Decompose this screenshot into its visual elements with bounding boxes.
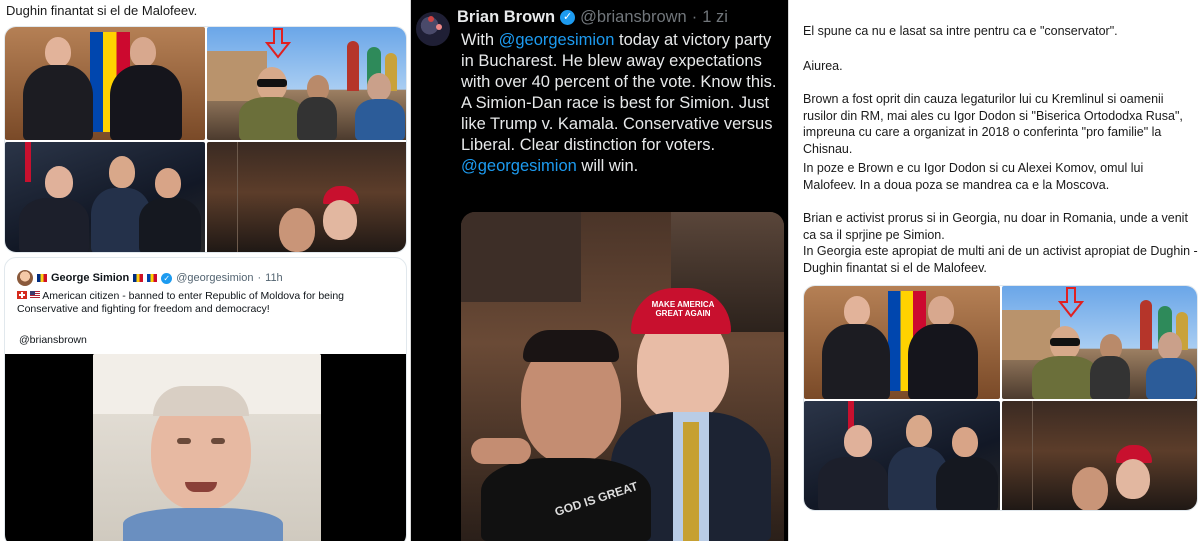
shirt-text: GOD IS GREAT — [552, 478, 640, 520]
brian-tweet-time[interactable]: 1 zi — [702, 8, 728, 27]
brian-name[interactable]: Brian Brown — [457, 8, 555, 27]
photo-grid-card-repeat[interactable] — [803, 285, 1198, 511]
photo-event-komov[interactable] — [804, 401, 1000, 510]
red-arrow-icon — [1058, 287, 1084, 318]
flag-romania-icon — [37, 274, 47, 282]
mention-link[interactable]: @georgesimion — [499, 31, 615, 49]
photo-event-komov[interactable] — [5, 142, 205, 252]
black-tshirt: GOD IS GREAT — [481, 458, 651, 541]
photo-grid-card[interactable] — [4, 26, 407, 253]
flag-romania-icon — [133, 274, 144, 282]
brian-brown-avatar[interactable] — [416, 12, 450, 46]
simion-tweet-header: George Simion ✓ @georgesimion · 11h — [17, 270, 283, 286]
simion-handle[interactable]: @georgesimion — [176, 272, 253, 284]
right-paragraph-3: Brown a fost oprit din cauza legaturilor… — [803, 92, 1183, 156]
verified-icon: ✓ — [560, 10, 576, 25]
right-screenshot-panel: El spune ca nu e lasat sa intre pentru c… — [789, 0, 1200, 541]
left-screenshot-panel: Dughin finantat si el de Malofeev. Georg… — [0, 0, 410, 541]
simion-name[interactable]: George Simion — [51, 272, 129, 284]
verified-icon: ✓ — [161, 272, 173, 284]
photo-selfie-bar[interactable] — [1002, 401, 1197, 510]
tweet-text-part: today at victory party in Bucharest. He … — [461, 31, 777, 154]
brian-handle[interactable]: @briansbrown — [580, 8, 687, 27]
tweet-text-part: With — [461, 31, 499, 49]
mention-link[interactable]: @georgesimion — [461, 157, 577, 175]
simion-tweet-mention[interactable]: @briansbrown — [19, 334, 87, 346]
right-paragraph-2: Aiurea. — [803, 59, 843, 73]
right-paragraph-5: Brian e activist prorus si in Georgia, n… — [803, 211, 1188, 242]
left-top-caption: Dughin finantat si el de Malofeev. — [6, 3, 198, 18]
flag-us-icon — [29, 291, 40, 299]
flag-moldova-icon — [147, 274, 158, 282]
brian-tweet-header: Brian Brown ✓ @briansbrown · 1 zi — [457, 8, 728, 27]
video-selfie-frame — [93, 354, 321, 541]
brian-brown-tweet-panel[interactable]: Brian Brown ✓ @briansbrown · 1 zi With @… — [411, 0, 788, 541]
maga-cap-text: MAKE AMERICA GREAT AGAIN — [651, 300, 715, 318]
flag-switzerland-icon — [17, 291, 27, 299]
simion-tweet-card[interactable]: George Simion ✓ @georgesimion · 11h Amer… — [4, 257, 407, 541]
photo-selfie-bar[interactable] — [207, 142, 406, 252]
red-arrow-icon — [265, 28, 291, 59]
simion-tweet-text: American citizen - banned to enter Repub… — [17, 290, 345, 315]
tweet-text-part: will win. — [576, 157, 639, 175]
simion-tweet-time[interactable]: 11h — [265, 272, 283, 284]
right-paragraph-4: In poze e Brown e cu Igor Dodon si cu Al… — [803, 161, 1144, 192]
photo-moscow-red-square[interactable] — [207, 27, 406, 140]
right-paragraph-1: El spune ca nu e lasat sa intre pentru c… — [803, 24, 1118, 38]
simion-avatar[interactable] — [17, 270, 33, 286]
simion-tweet-text-wrap: American citizen - banned to enter Repub… — [17, 290, 397, 316]
right-paragraph-6: In Georgia este apropiat de multi ani de… — [803, 244, 1198, 275]
photo-handshake-dodon[interactable] — [804, 286, 1000, 399]
brian-tweet-photo[interactable]: MAKE AMERICA GREAT AGAIN GOD IS GREAT — [461, 212, 784, 541]
photo-moscow-red-square[interactable] — [1002, 286, 1197, 399]
simion-tweet-video[interactable] — [5, 354, 406, 541]
photo-handshake-dodon[interactable] — [5, 27, 205, 140]
brian-tweet-body: With @georgesimion today at victory part… — [461, 30, 781, 177]
